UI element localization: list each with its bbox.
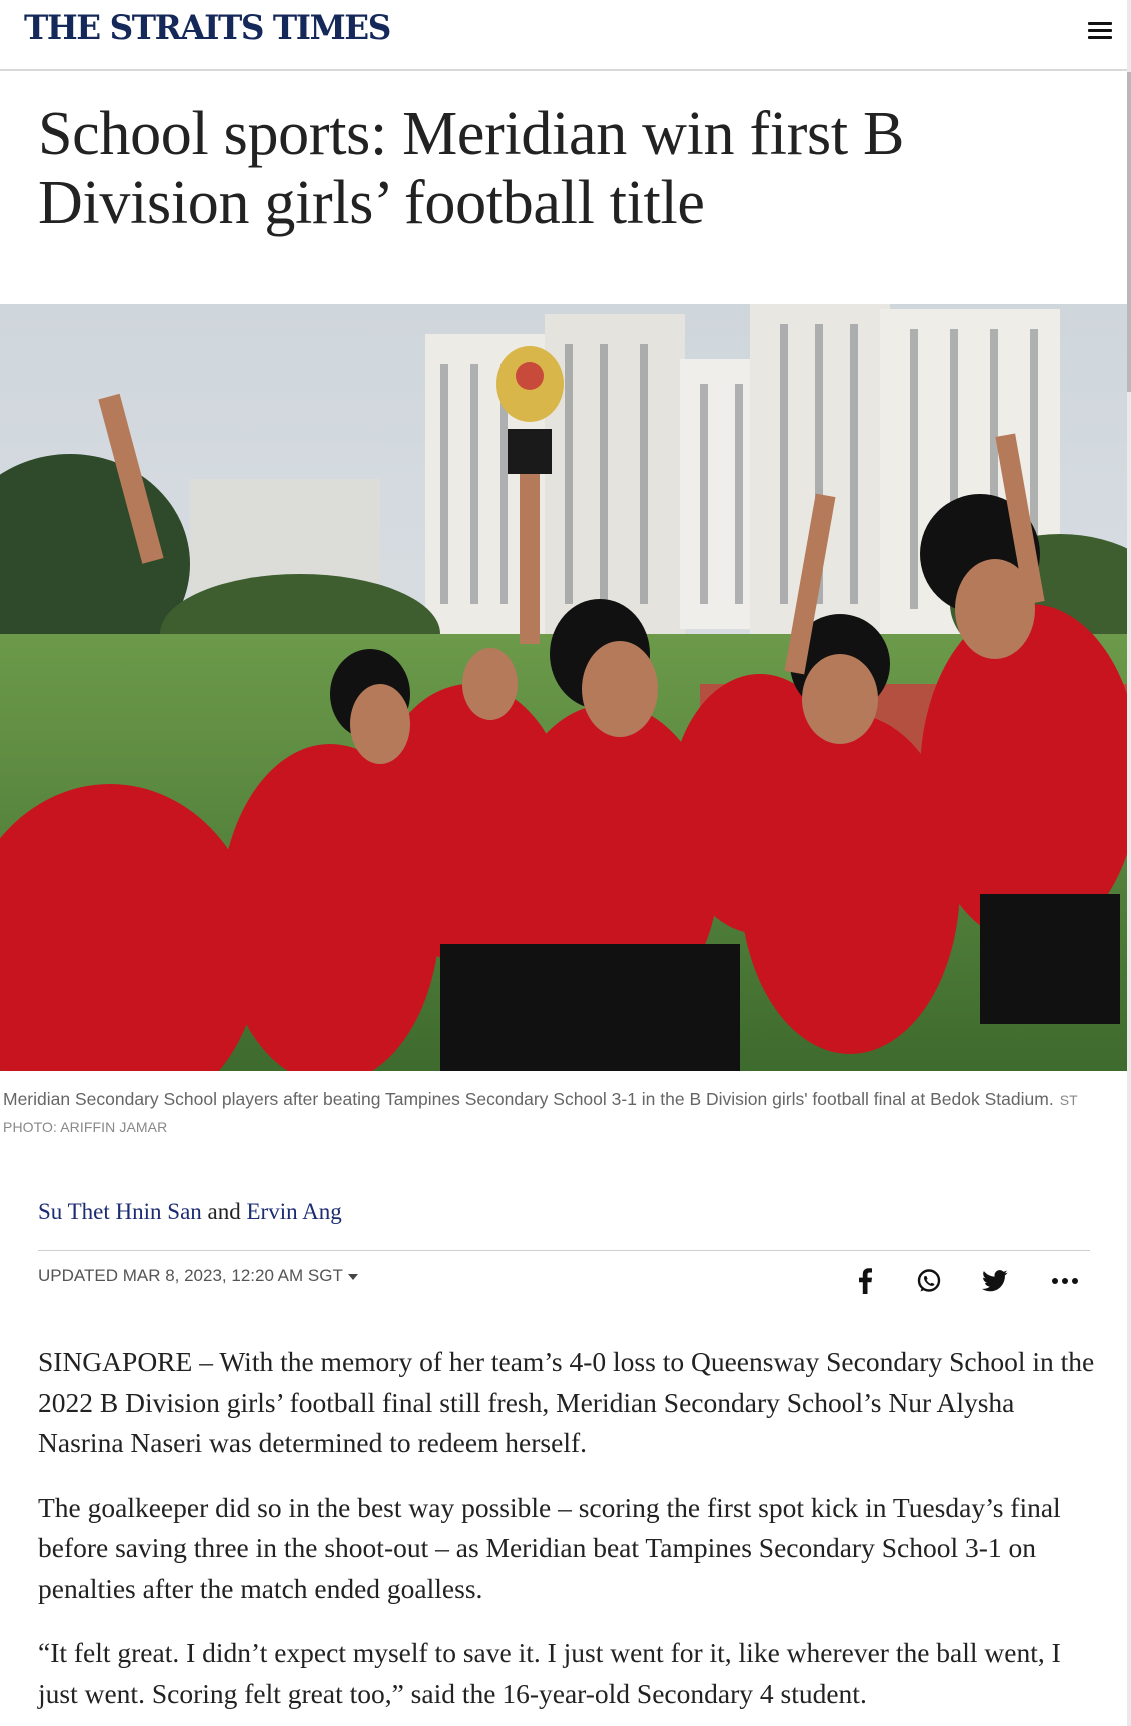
- divider: [38, 1250, 1090, 1251]
- facebook-icon[interactable]: [850, 1266, 880, 1296]
- twitter-icon[interactable]: [980, 1266, 1010, 1296]
- scrollbar-thumb[interactable]: [1127, 72, 1131, 392]
- whatsapp-icon[interactable]: [914, 1266, 944, 1296]
- image-caption: Meridian Secondary School players after …: [3, 1086, 1103, 1140]
- article-paragraph: SINGAPORE – With the memory of her team’…: [38, 1346, 1095, 1458]
- article-body: SINGAPORE – With the memory of her team’…: [38, 1342, 1098, 1726]
- updated-timestamp: UPDATED MAR 8, 2023, 12:20 AM SGT: [38, 1266, 343, 1285]
- site-header: THE STRAITS TIMES: [0, 0, 1127, 71]
- caret-down-icon: [347, 1273, 358, 1280]
- article-paragraph: The goalkeeper did so in the best way po…: [38, 1491, 1061, 1604]
- article-paragraph: “It felt great. I didn’t expect myself t…: [38, 1637, 1061, 1709]
- updated-timestamp-dropdown[interactable]: UPDATED MAR 8, 2023, 12:20 AM SGT: [38, 1266, 358, 1286]
- article-hero-image: [0, 304, 1127, 1071]
- caption-text: Meridian Secondary School players after …: [3, 1089, 1054, 1109]
- more-icon[interactable]: [1050, 1266, 1080, 1296]
- author-link[interactable]: Su Thet Hnin San: [38, 1199, 202, 1224]
- byline: Su Thet Hnin San and Ervin Ang: [38, 1199, 342, 1225]
- byline-conjunction: and: [207, 1199, 241, 1224]
- author-link[interactable]: Ervin Ang: [247, 1199, 342, 1224]
- hamburger-menu-icon[interactable]: [1088, 22, 1112, 44]
- photo-illustration: [0, 304, 1127, 1071]
- scrollbar[interactable]: [1127, 0, 1131, 1726]
- site-logo[interactable]: THE STRAITS TIMES: [24, 8, 391, 48]
- article-headline: School sports: Meridian win first B Divi…: [38, 100, 905, 237]
